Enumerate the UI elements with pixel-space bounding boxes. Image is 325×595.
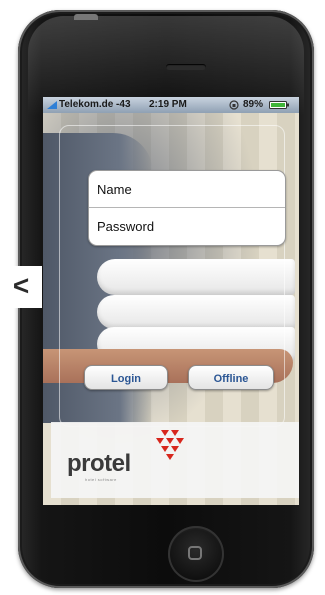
logo-tagline: hotel software <box>85 477 117 482</box>
earpiece-speaker <box>166 64 206 70</box>
home-button-icon <box>188 546 202 560</box>
login-button[interactable]: Login <box>84 365 168 390</box>
name-field[interactable] <box>89 171 285 207</box>
rotation-lock-icon <box>229 100 239 110</box>
sleep-button[interactable] <box>74 14 98 20</box>
carrier-label: Telekom.de -43 <box>59 99 131 110</box>
logo-text: protel <box>67 450 131 477</box>
protel-logo-mark-icon <box>156 430 184 460</box>
battery-percent: 89% <box>243 99 264 110</box>
home-button[interactable] <box>168 526 224 582</box>
battery-icon <box>269 101 289 109</box>
protel-logo: protel hotel software <box>51 422 299 498</box>
status-time: 2:19 PM <box>149 99 187 110</box>
device-screen: Telekom.de -43 2:19 PM 89% Login Offline… <box>43 97 299 505</box>
login-form <box>88 170 286 246</box>
signal-icon <box>47 101 57 109</box>
status-bar: Telekom.de -43 2:19 PM 89% <box>43 97 299 113</box>
back-arrow-button[interactable]: < <box>0 266 42 308</box>
offline-button[interactable]: Offline <box>188 365 274 390</box>
password-field[interactable] <box>89 208 285 244</box>
